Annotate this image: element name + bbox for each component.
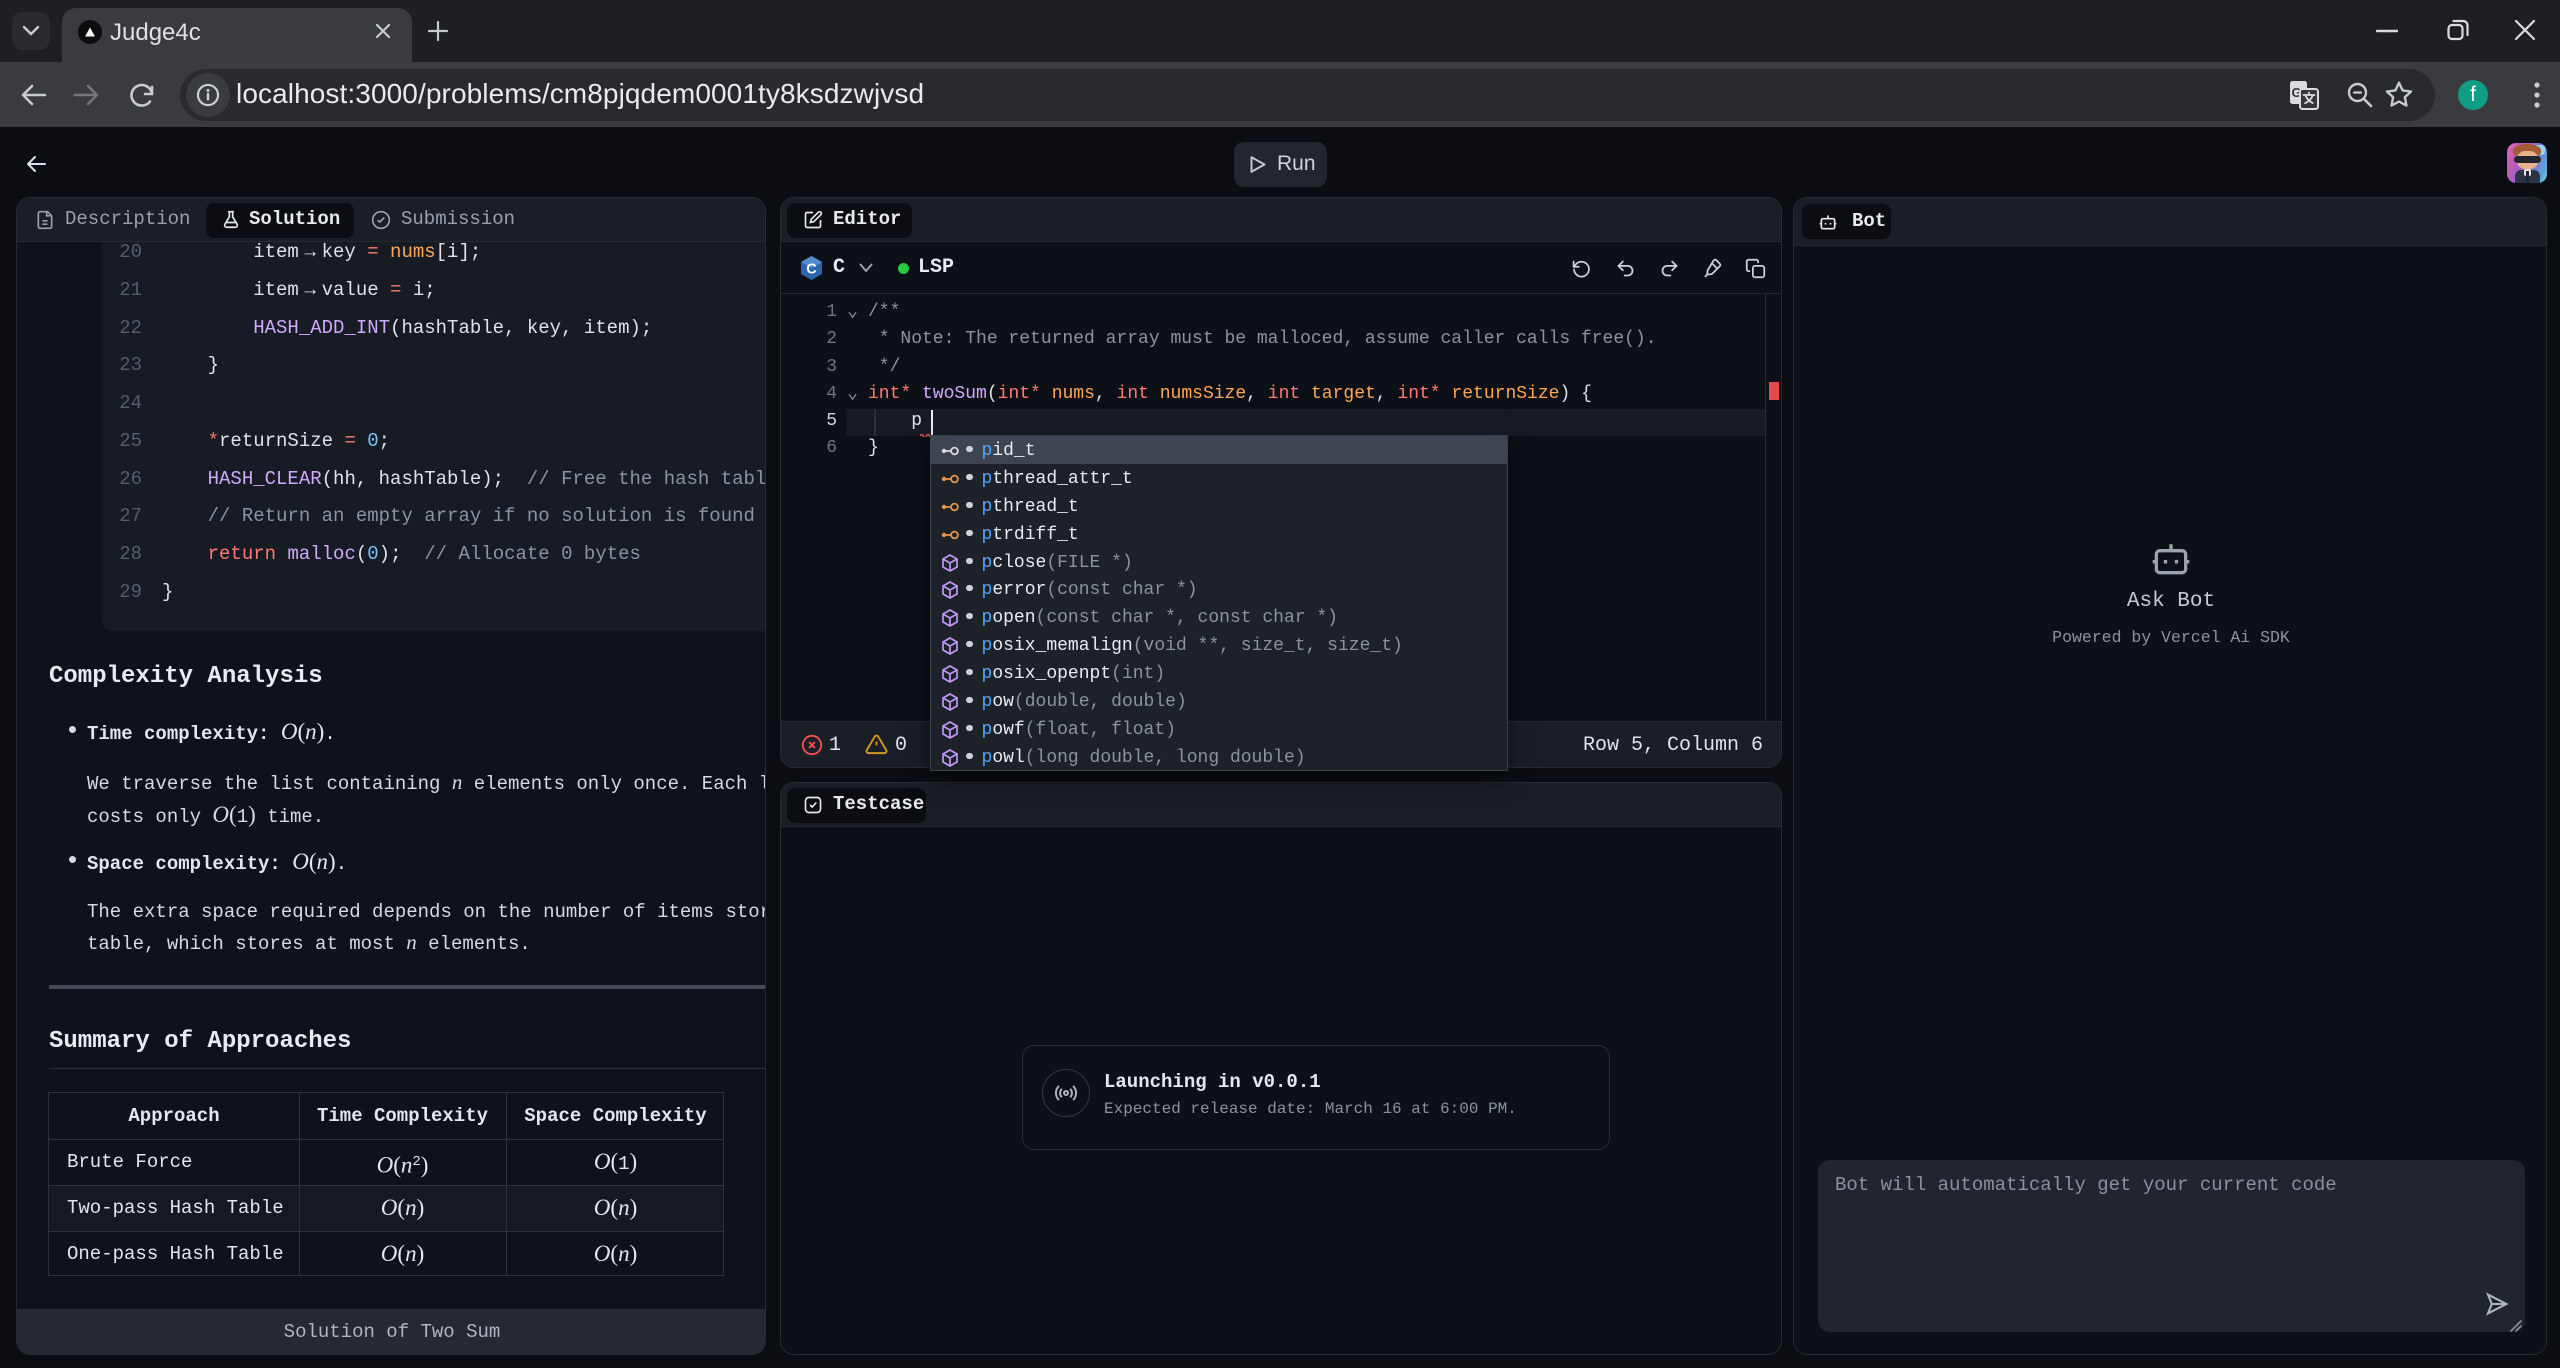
- svg-text:C: C: [806, 262, 817, 278]
